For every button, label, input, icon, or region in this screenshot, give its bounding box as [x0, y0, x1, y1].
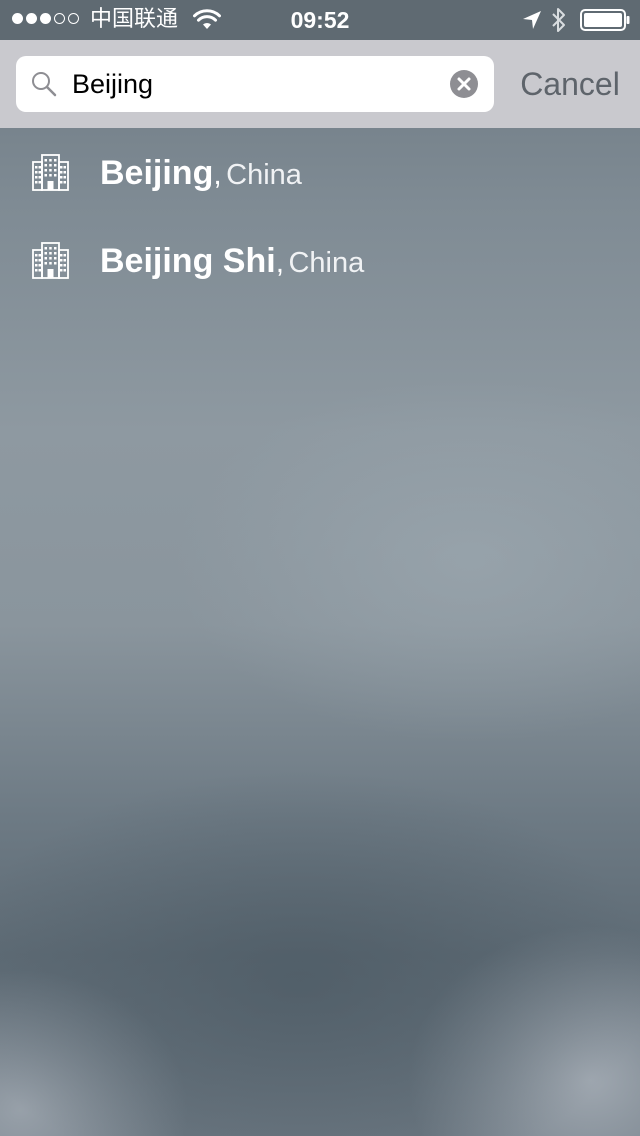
search-icon	[32, 72, 57, 97]
battery-icon	[580, 9, 630, 31]
search-result-item[interactable]: Beijing Shi, China	[0, 216, 640, 304]
building-icon	[32, 154, 69, 191]
result-separator: ,	[213, 158, 222, 191]
cancel-button[interactable]: Cancel	[500, 40, 640, 128]
result-label: Beijing, China	[100, 150, 302, 203]
result-separator: ,	[275, 246, 285, 279]
result-label: Beijing Shi, China	[100, 238, 364, 291]
status-bar: 中国联通 09:52	[0, 0, 640, 40]
clear-circle-icon[interactable]	[449, 69, 479, 99]
building-icon	[32, 242, 69, 279]
location-arrow-icon	[523, 11, 541, 29]
search-results-list: Beijing, China Beijing Shi, China	[0, 128, 640, 304]
bluetooth-icon	[552, 8, 565, 32]
search-field[interactable]	[16, 56, 494, 112]
result-city: Beijing Shi	[100, 242, 276, 280]
search-input[interactable]	[72, 64, 442, 104]
result-country: China	[226, 159, 302, 191]
search-bar: Cancel	[0, 40, 640, 128]
search-result-item[interactable]: Beijing, China	[0, 128, 640, 216]
result-country: China	[288, 247, 365, 279]
result-city: Beijing	[100, 154, 214, 192]
status-time: 09:52	[290, 7, 350, 33]
